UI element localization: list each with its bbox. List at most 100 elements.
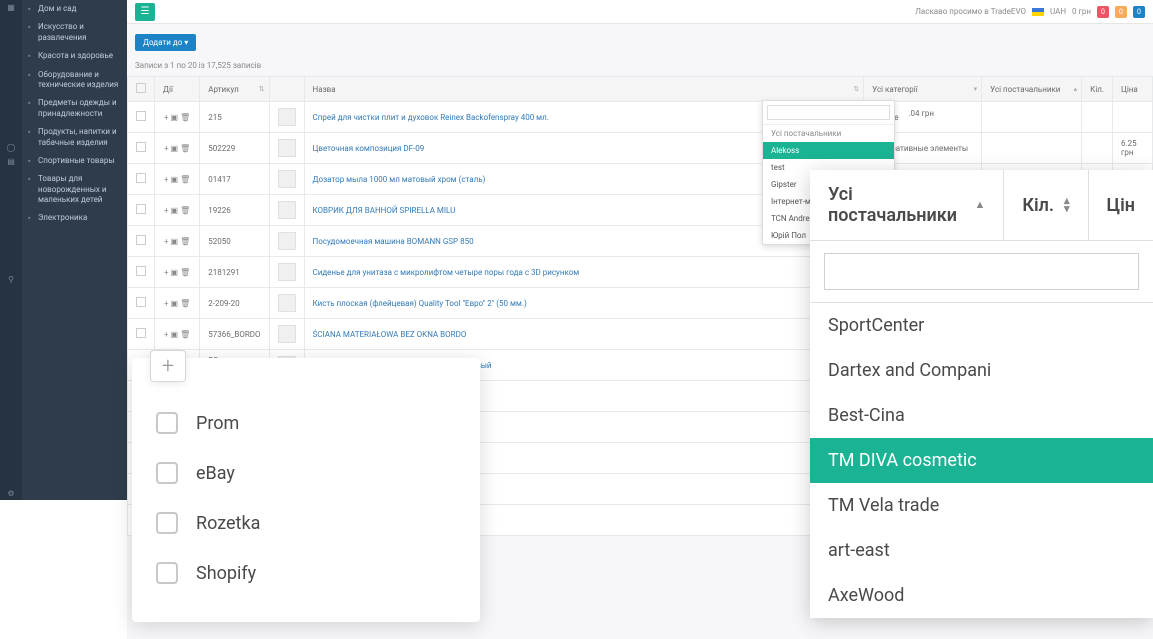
supplier-filter-header[interactable]: Усі постачальники ▲: [810, 170, 1004, 240]
delete-icon[interactable]: 🗑: [180, 299, 190, 308]
cell-qty: [1082, 133, 1113, 164]
delete-icon[interactable]: 🗑: [180, 237, 190, 246]
delete-icon[interactable]: 🗑: [180, 175, 190, 184]
add-marketplace-button[interactable]: +: [150, 350, 186, 382]
sidebar-item[interactable]: ▪Красота и здоровье: [22, 47, 127, 65]
sort-icon[interactable]: ▴▾: [1064, 197, 1070, 212]
grid-icon[interactable]: ▦: [0, 0, 22, 14]
col-checkbox[interactable]: [128, 77, 155, 102]
plus-icon[interactable]: +: [164, 144, 169, 153]
delete-icon[interactable]: 🗑: [180, 144, 190, 153]
col-category[interactable]: Усі категорії▾: [864, 77, 982, 102]
sidebar-item[interactable]: ▪Спортивные товары: [22, 152, 127, 170]
supplier-option[interactable]: SportCenter: [810, 303, 1153, 348]
copy-icon[interactable]: ▣: [171, 175, 179, 184]
sidebar-item[interactable]: ▪Товары для новорожденных и маленьких де…: [22, 170, 127, 209]
supplier-option[interactable]: Dartex and Compani: [810, 348, 1153, 393]
row-checkbox[interactable]: [128, 319, 155, 350]
copy-icon[interactable]: ▣: [171, 268, 179, 277]
copy-icon[interactable]: ▣: [171, 113, 179, 122]
delete-icon[interactable]: 🗑: [180, 113, 190, 122]
marketplace-option-rozetka[interactable]: Rozetka: [156, 498, 456, 548]
supplier-option[interactable]: TM Vela trade: [810, 483, 1153, 528]
product-thumbnail[interactable]: [278, 201, 296, 219]
plus-icon[interactable]: +: [164, 299, 169, 308]
notif-badge-2[interactable]: 0: [1115, 6, 1127, 18]
product-thumbnail[interactable]: [278, 139, 296, 157]
col-qty[interactable]: Кіл.: [1082, 77, 1113, 102]
sidebar-item[interactable]: ▪Оборудование и технические изделия: [22, 66, 127, 95]
plus-icon[interactable]: +: [164, 237, 169, 246]
supplier-option[interactable]: Best-Cina: [810, 393, 1153, 438]
sidebar-item[interactable]: ▪Продукты, напитки и табачные изделия: [22, 123, 127, 152]
plus-icon[interactable]: +: [164, 206, 169, 215]
user-icon[interactable]: ◯: [0, 140, 22, 154]
qty-column-header[interactable]: Кіл. ▴▾: [1004, 170, 1088, 240]
plus-icon[interactable]: +: [164, 113, 169, 122]
marketplace-option-shopify[interactable]: Shopify: [156, 548, 456, 598]
currency-label[interactable]: UAH: [1050, 7, 1066, 16]
plus-icon[interactable]: +: [164, 268, 169, 277]
cell-name[interactable]: ŚCIANA MATERIAŁOWA BEZ OKNA BORDO: [304, 319, 864, 350]
supplier-option[interactable]: Alekoss: [763, 142, 894, 159]
col-name[interactable]: Назва⇅: [304, 77, 864, 102]
flag-icon[interactable]: [1032, 8, 1044, 16]
product-thumbnail[interactable]: [278, 108, 296, 126]
cell-sku: 57366_BORDO: [200, 319, 269, 350]
price-column-header[interactable]: Цін: [1089, 170, 1153, 240]
copy-icon[interactable]: ▣: [171, 206, 179, 215]
row-checkbox[interactable]: [128, 195, 155, 226]
cell-name[interactable]: Кисть плоская (флейцевая) Quality Tool "…: [304, 288, 864, 319]
product-thumbnail[interactable]: [278, 294, 296, 312]
checkbox-icon[interactable]: [156, 562, 178, 584]
sidebar-item[interactable]: ▪Предметы одежды и принадлежности: [22, 94, 127, 123]
copy-icon[interactable]: ▣: [171, 330, 179, 339]
marketplace-option-ebay[interactable]: eBay: [156, 448, 456, 498]
row-checkbox[interactable]: [128, 133, 155, 164]
delete-icon[interactable]: 🗑: [180, 330, 190, 339]
supplier-option[interactable]: AxeWood: [810, 573, 1153, 618]
col-price[interactable]: Ціна: [1113, 77, 1153, 102]
supplier-search-input-small[interactable]: [767, 105, 890, 120]
col-sku[interactable]: Артикул⇅: [200, 77, 269, 102]
product-thumbnail[interactable]: [278, 170, 296, 188]
sort-icon[interactable]: ▲: [974, 201, 985, 209]
copy-icon[interactable]: ▣: [171, 299, 179, 308]
row-checkbox[interactable]: [128, 257, 155, 288]
row-checkbox[interactable]: [128, 164, 155, 195]
add-to-button[interactable]: Додати до ▾: [135, 34, 196, 51]
notif-badge-1[interactable]: 0: [1097, 6, 1109, 18]
col-supplier[interactable]: Усі постачальники▴: [982, 77, 1082, 102]
plus-icon[interactable]: +: [164, 175, 169, 184]
row-checkbox[interactable]: [128, 102, 155, 133]
product-thumbnail[interactable]: [278, 325, 296, 343]
copy-icon[interactable]: ▣: [171, 237, 179, 246]
marketplace-option-prom[interactable]: Prom: [156, 398, 456, 448]
supplier-search-input-large[interactable]: [824, 253, 1139, 290]
sidebar-item[interactable]: ▪Электроника: [22, 209, 127, 227]
menu-toggle-button[interactable]: ☰: [135, 3, 155, 21]
delete-icon[interactable]: 🗑: [180, 268, 190, 277]
pin-icon[interactable]: ⚲: [0, 272, 22, 286]
product-thumbnail[interactable]: [278, 232, 296, 250]
product-thumbnail[interactable]: [278, 263, 296, 281]
sidebar-item[interactable]: ▪Искусство и развлечения: [22, 18, 127, 47]
copy-icon[interactable]: ▣: [171, 144, 179, 153]
cell-name[interactable]: Сиденье для унитаза с микролифтом четыре…: [304, 257, 864, 288]
col-actions[interactable]: Дії: [155, 77, 200, 102]
checkbox-icon[interactable]: [156, 462, 178, 484]
row-checkbox[interactable]: [128, 226, 155, 257]
supplier-option[interactable]: TM DIVA cosmetic: [810, 438, 1153, 483]
notif-badge-3[interactable]: 0: [1133, 6, 1145, 18]
checkbox-icon[interactable]: [156, 412, 178, 434]
cell-thumb: [269, 319, 304, 350]
chart-icon[interactable]: ▤: [0, 154, 22, 168]
sidebar-item[interactable]: ▪Дом и сад: [22, 0, 127, 18]
delete-icon[interactable]: 🗑: [180, 206, 190, 215]
checkbox-icon[interactable]: [156, 512, 178, 534]
supplier-option-all[interactable]: Усі постачальники: [763, 125, 894, 142]
plus-icon[interactable]: +: [164, 330, 169, 339]
row-checkbox[interactable]: [128, 288, 155, 319]
supplier-option[interactable]: art-east: [810, 528, 1153, 573]
settings-icon[interactable]: ⚙: [0, 486, 22, 500]
